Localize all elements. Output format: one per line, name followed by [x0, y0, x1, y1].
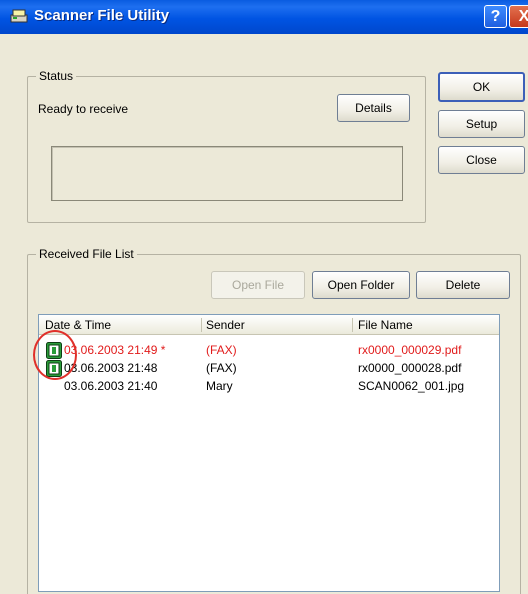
status-legend: Status	[36, 69, 77, 83]
file-name-cell: rx0000_000029.pdf	[358, 343, 462, 357]
table-row[interactable]: 03.06.2003 21:48 (FAX) rx0000_000028.pdf	[39, 359, 499, 377]
scanner-file-utility-window: Scanner File Utility ? X Status Ready to…	[0, 0, 528, 594]
date-time-cell: 03.06.2003 21:48	[64, 361, 158, 375]
open-folder-button[interactable]: Open Folder	[312, 271, 410, 299]
sender-cell: (FAX)	[206, 361, 237, 375]
ok-button[interactable]: OK	[438, 72, 525, 102]
column-header-sender[interactable]: Sender	[206, 318, 245, 332]
column-divider[interactable]	[352, 318, 353, 332]
status-message: Ready to receive	[38, 102, 129, 116]
list-header: Date & Time Sender File Name	[39, 315, 499, 335]
details-button[interactable]: Details	[337, 94, 410, 122]
date-time-cell: 03.06.2003 21:49 *	[64, 343, 166, 357]
window-close-button[interactable]: X	[509, 5, 528, 28]
scanner-app-icon	[10, 9, 28, 23]
file-name-cell: rx0000_000028.pdf	[358, 361, 462, 375]
setup-button[interactable]: Setup	[438, 110, 525, 138]
table-row[interactable]: 03.06.2003 21:49 * (FAX) rx0000_000029.p…	[39, 341, 499, 359]
date-time-cell: 03.06.2003 21:40	[64, 379, 158, 393]
title-bar[interactable]: Scanner File Utility ? X	[0, 0, 528, 34]
file-name-cell: SCAN0062_001.jpg	[358, 379, 465, 393]
help-button[interactable]: ?	[484, 5, 507, 28]
status-detail-box	[51, 146, 403, 201]
received-file-list[interactable]: Date & Time Sender File Name 03.06.2003 …	[38, 314, 500, 592]
sender-cell: Mary	[206, 379, 233, 393]
highlight-circle-annotation	[33, 330, 77, 380]
received-file-list-legend: Received File List	[36, 247, 137, 261]
open-file-button[interactable]: Open File	[211, 271, 305, 299]
table-row[interactable]: 03.06.2003 21:40 Mary SCAN0062_001.jpg	[39, 377, 499, 395]
column-divider[interactable]	[201, 318, 202, 332]
sender-cell: (FAX)	[206, 343, 237, 357]
delete-button[interactable]: Delete	[416, 271, 510, 299]
window-title: Scanner File Utility	[34, 7, 170, 24]
column-header-file-name[interactable]: File Name	[358, 318, 413, 332]
close-button[interactable]: Close	[438, 146, 525, 174]
